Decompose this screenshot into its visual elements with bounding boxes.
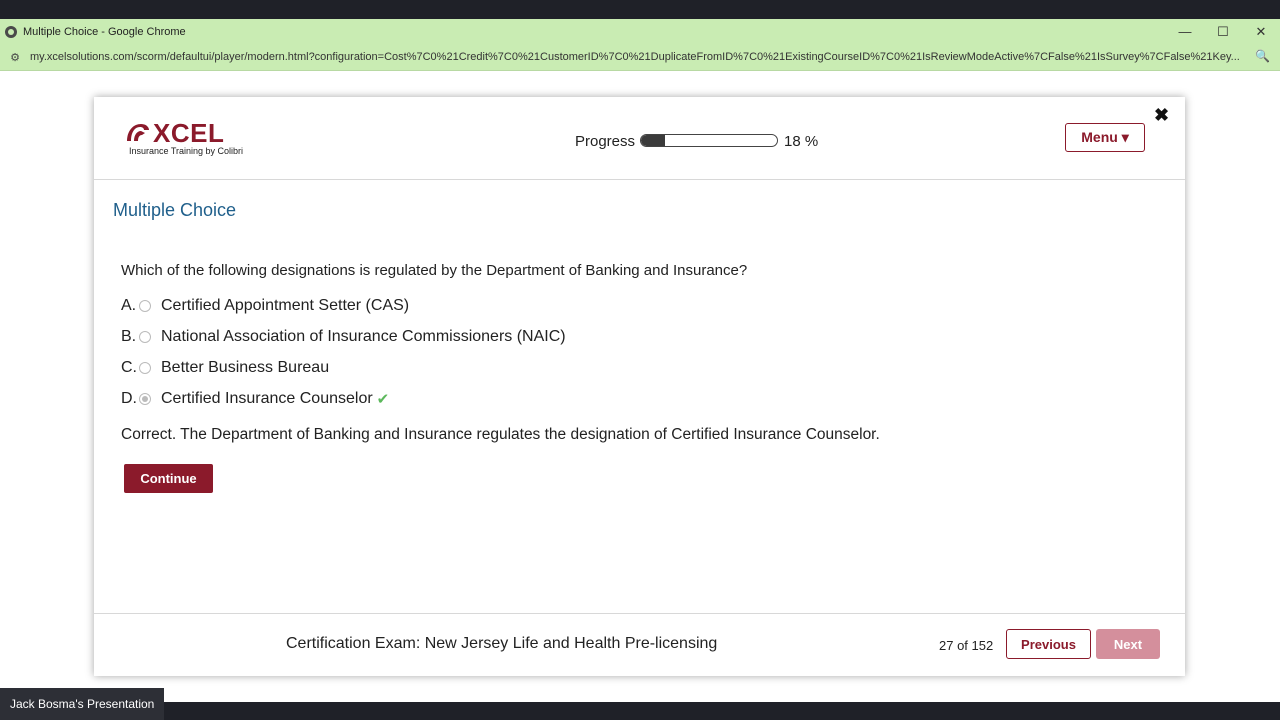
page-counter: 27 of 152 <box>939 638 994 653</box>
previous-button[interactable]: Previous <box>1006 629 1091 659</box>
option-label: National Association of Insurance Commis… <box>161 328 566 345</box>
chrome-icon <box>5 25 17 38</box>
presenter-label: Jack Bosma's Presentation <box>0 688 165 720</box>
page-area: XCEL Insurance Training by Colibri Progr… <box>0 71 1280 702</box>
progress-bar <box>640 134 778 147</box>
lion-logo-icon <box>127 124 149 141</box>
option-letter: A. <box>121 297 137 314</box>
page-title: Multiple Choice <box>113 200 237 220</box>
progress-label: Progress <box>575 133 636 150</box>
option-label: Better Business Bureau <box>161 359 330 376</box>
course-header: XCEL Insurance Training by Colibri Progr… <box>94 97 1185 180</box>
radio-button[interactable] <box>139 300 151 312</box>
course-footer: Certification Exam: New Jersey Life and … <box>94 613 1185 677</box>
answer-option-a[interactable]: A. Certified Appointment Setter (CAS) <box>121 296 409 316</box>
option-letter: D. <box>121 390 137 407</box>
xcel-logo: XCEL Insurance Training by Colibri <box>125 118 243 159</box>
window-titlebar: Multiple Choice - Google Chrome — ☐ ✕ <box>0 19 1280 44</box>
feedback-text: Correct. The Department of Banking and I… <box>121 426 880 443</box>
option-label: Certified Appointment Setter (CAS) <box>161 297 410 314</box>
course-name: Certification Exam: New Jersey Life and … <box>286 635 718 652</box>
close-icon[interactable]: ✖ <box>1154 105 1169 126</box>
logo-subtitle: Insurance Training by Colibri <box>129 146 244 156</box>
radio-button-selected[interactable] <box>139 393 151 405</box>
progress-fill <box>641 135 666 146</box>
zoom-icon[interactable]: 🔍 <box>1255 49 1270 63</box>
window-controls: — ☐ ✕ <box>1166 19 1280 44</box>
next-button[interactable]: Next <box>1096 629 1160 659</box>
minimize-icon[interactable]: — <box>1166 19 1204 44</box>
answer-option-b[interactable]: B. National Association of Insurance Com… <box>121 327 566 347</box>
question-text: Which of the following designations is r… <box>121 262 748 279</box>
progress-percent: 18 % <box>784 133 819 150</box>
close-window-icon[interactable]: ✕ <box>1242 19 1280 44</box>
window-title: Multiple Choice - Google Chrome <box>23 25 186 38</box>
logo-wordmark: XCEL <box>153 118 225 148</box>
url-field[interactable]: my.xcelsolutions.com/scorm/defaultui/pla… <box>30 51 1240 63</box>
radio-button[interactable] <box>139 362 151 374</box>
menu-button[interactable]: Menu ▾ <box>1065 123 1145 152</box>
radio-button[interactable] <box>139 331 151 343</box>
option-letter: B. <box>121 328 137 345</box>
correct-check-icon: ✔ <box>376 391 390 408</box>
maximize-icon[interactable]: ☐ <box>1204 19 1242 44</box>
option-letter: C. <box>121 359 137 376</box>
answer-option-d[interactable]: D. Certified Insurance Counselor ✔ <box>121 389 389 409</box>
option-label: Certified Insurance Counselor <box>161 390 373 407</box>
course-dialog: XCEL Insurance Training by Colibri Progr… <box>94 97 1185 676</box>
continue-button[interactable]: Continue <box>124 464 213 493</box>
site-info-icon[interactable]: ⚙ <box>8 51 22 64</box>
answer-option-c[interactable]: C. Better Business Bureau <box>121 358 329 378</box>
address-bar: ⚙ my.xcelsolutions.com/scorm/defaultui/p… <box>0 44 1280 71</box>
